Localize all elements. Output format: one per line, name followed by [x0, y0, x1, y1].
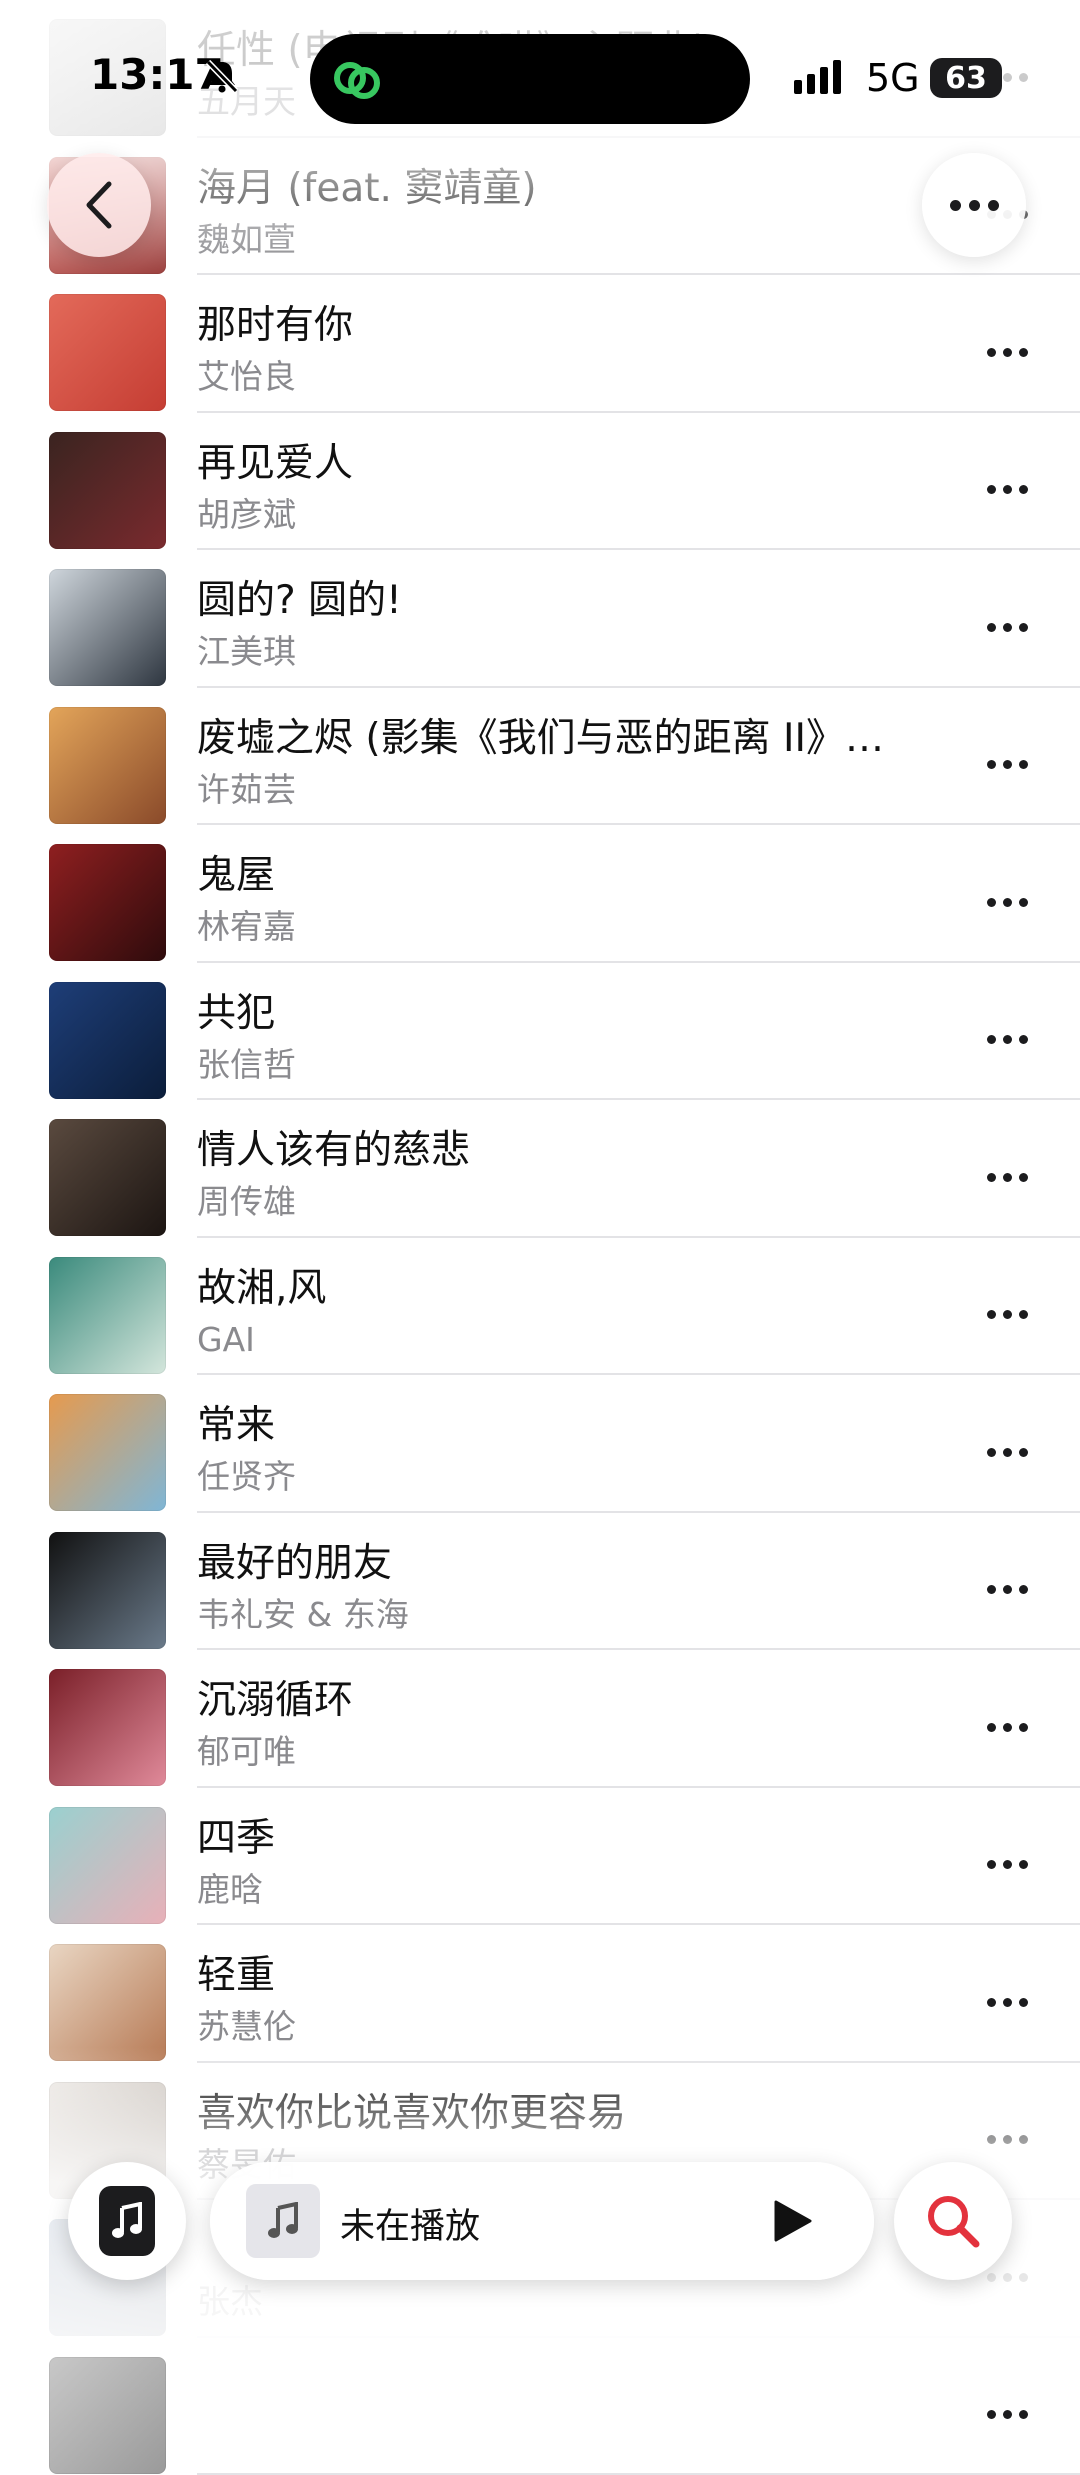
- song-more-button[interactable]: [974, 465, 1040, 515]
- song-title: 沉溺循环: [197, 1678, 887, 1724]
- song-artist: 胡彦斌: [197, 495, 887, 535]
- album-art: [49, 569, 166, 686]
- song-row[interactable]: 鬼屋林宥嘉: [0, 825, 1080, 963]
- song-more-button[interactable]: [974, 2390, 1040, 2440]
- song-title: 那时有你: [197, 303, 887, 349]
- song-row[interactable]: 那时有你艾怡良: [0, 275, 1080, 413]
- song-artist: 任贤齐: [197, 1457, 887, 1497]
- battery-indicator: 63: [930, 58, 1002, 98]
- song-artist: 周传雄: [197, 1182, 887, 1222]
- song-more-button[interactable]: [974, 740, 1040, 790]
- song-title: 最好的朋友: [197, 1541, 887, 1587]
- song-more-button[interactable]: [974, 1565, 1040, 1615]
- song-artist: 魏如萱: [197, 220, 887, 260]
- activity-link-icon: [326, 56, 388, 104]
- song-artist: 张信哲: [197, 1045, 887, 1085]
- chevron-left-icon: [79, 179, 119, 231]
- song-artist: 鹿晗: [197, 1870, 887, 1910]
- song-row[interactable]: 情人该有的慈悲周传雄: [0, 1100, 1080, 1238]
- album-art: [49, 1119, 166, 1236]
- song-artist: 韦礼安 & 东海: [197, 1595, 887, 1635]
- song-artist: 苏慧伦: [197, 2007, 887, 2047]
- song-more-button[interactable]: [974, 602, 1040, 652]
- song-title: 废墟之烬 (影集《我们与恶的距离 II》片尾曲): [197, 716, 887, 762]
- song-row[interactable]: 常来任贤齐: [0, 1375, 1080, 1513]
- album-art: [49, 294, 166, 411]
- more-options-button[interactable]: [922, 153, 1026, 257]
- cellular-signal-icon: [794, 60, 841, 94]
- song-list: 任性 (电视剧《难哄》主题曲)五月天海月 (feat. 窦靖童)魏如萱那时有你艾…: [0, 0, 1080, 2475]
- music-note-icon: [266, 2202, 300, 2240]
- song-row[interactable]: 再见爱人胡彦斌: [0, 413, 1080, 551]
- song-row[interactable]: 废墟之烬 (影集《我们与恶的距离 II》片尾曲) 许茹芸: [0, 688, 1080, 826]
- song-artist: 江美琪: [197, 632, 887, 672]
- song-artist: 林宥嘉: [197, 907, 887, 947]
- song-more-button[interactable]: [974, 1702, 1040, 1752]
- song-artist: 郁可唯: [197, 1732, 887, 1772]
- song-title: 轻重: [197, 1953, 887, 1999]
- search-icon: [923, 2191, 983, 2251]
- song-more-button[interactable]: [974, 1290, 1040, 1340]
- song-title: 共犯: [197, 991, 887, 1037]
- song-title: 故湘,风: [197, 1266, 887, 1312]
- song-title: 鬼屋: [197, 853, 887, 899]
- play-icon[interactable]: [766, 2196, 816, 2246]
- search-button[interactable]: [894, 2162, 1012, 2280]
- song-title: 常来: [197, 1403, 887, 1449]
- back-button[interactable]: [47, 153, 151, 257]
- album-art: [49, 2357, 166, 2474]
- song-more-button[interactable]: [974, 1427, 1040, 1477]
- song-row[interactable]: 轻重苏慧伦: [0, 1925, 1080, 2063]
- song-more-button[interactable]: [974, 327, 1040, 377]
- song-row[interactable]: 故湘,风 GAI: [0, 1238, 1080, 1376]
- song-more-button[interactable]: [974, 1840, 1040, 1890]
- song-row[interactable]: 圆的? 圆的! 江美琪: [0, 550, 1080, 688]
- song-artist: 许茹芸: [197, 770, 887, 810]
- mini-player[interactable]: 未在播放: [210, 2162, 874, 2280]
- bell-slash-icon: [204, 58, 240, 94]
- album-art: [49, 1669, 166, 1786]
- song-artist: 张杰: [197, 2282, 887, 2322]
- song-artist: 艾怡良: [197, 357, 887, 397]
- album-art: [49, 1394, 166, 1511]
- song-title: 再见爱人: [197, 441, 887, 487]
- song-artist: GAI: [197, 1320, 887, 1360]
- song-more-button[interactable]: [974, 1977, 1040, 2027]
- network-type: 5G: [866, 56, 920, 100]
- music-note-icon: [99, 2186, 155, 2256]
- music-tab-button[interactable]: [68, 2162, 186, 2280]
- album-art: [49, 1807, 166, 1924]
- song-row[interactable]: 海月 (feat. 窦靖童) 魏如萱: [0, 138, 1080, 276]
- song-row[interactable]: 四季鹿晗: [0, 1788, 1080, 1926]
- song-title: 情人该有的慈悲: [197, 1128, 887, 1174]
- album-art: [49, 1257, 166, 1374]
- song-more-button[interactable]: [974, 1015, 1040, 1065]
- album-art: [49, 432, 166, 549]
- song-row[interactable]: 最好的朋友韦礼安 & 东海: [0, 1513, 1080, 1651]
- album-art: [49, 982, 166, 1099]
- song-row[interactable]: [0, 2338, 1080, 2475]
- song-more-button[interactable]: [974, 877, 1040, 927]
- song-row[interactable]: 共犯张信哲: [0, 963, 1080, 1101]
- song-title: 四季: [197, 1816, 887, 1862]
- song-row[interactable]: 沉溺循环郁可唯: [0, 1650, 1080, 1788]
- song-title: 圆的? 圆的!: [197, 578, 887, 624]
- song-more-button[interactable]: [974, 1152, 1040, 1202]
- song-title: 海月 (feat. 窦靖童): [197, 166, 887, 212]
- album-art: [49, 844, 166, 961]
- album-art: [49, 1944, 166, 2061]
- album-art: [49, 1532, 166, 1649]
- now-playing-label: 未在播放: [340, 2198, 480, 2249]
- now-playing-artwork: [246, 2184, 320, 2258]
- song-more-button[interactable]: [974, 2115, 1040, 2165]
- album-art: [49, 707, 166, 824]
- song-title: 喜欢你比说喜欢你更容易: [197, 2091, 887, 2137]
